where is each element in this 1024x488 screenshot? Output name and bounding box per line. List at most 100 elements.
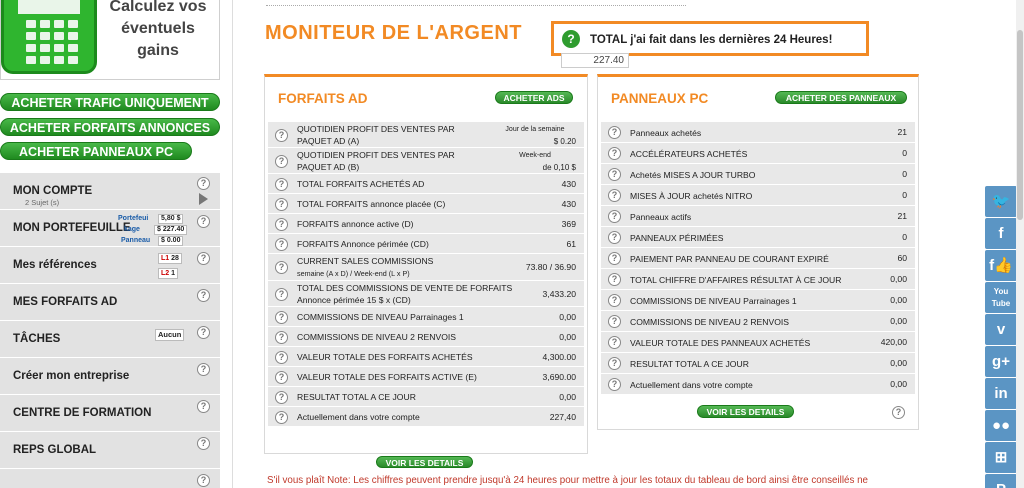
facebook-like-icon[interactable]: f👍 <box>985 250 1017 281</box>
sidebar-item-reps-global[interactable]: REPS GLOBAL ? <box>0 432 220 469</box>
help-icon[interactable]: ? <box>608 294 621 307</box>
help-icon[interactable]: ? <box>275 350 288 364</box>
buy-ads-button[interactable]: ACHETER ADS <box>495 91 573 104</box>
buy-panels-button[interactable]: ACHETER DES PANNEAUX <box>775 91 907 104</box>
help-icon[interactable]: ? <box>275 287 288 301</box>
flickr-icon[interactable]: ●● <box>985 410 1017 441</box>
help-icon[interactable]: ? <box>608 315 621 328</box>
row-value: 420,00 <box>880 337 907 347</box>
twitter-icon[interactable]: 🐦 <box>985 186 1017 217</box>
row-label: TOTAL FORFAITS ACHETÉS AD <box>297 179 425 189</box>
help-icon[interactable]: ? <box>608 231 621 244</box>
help-icon[interactable]: ? <box>608 168 621 181</box>
windows-icon[interactable]: ⊞ <box>985 442 1017 473</box>
row-label: FORFAITS Annonce périmée (CD) <box>297 239 429 249</box>
pinterest-icon[interactable]: P <box>985 474 1017 488</box>
row-label: COMMISSIONS DE NIVEAU 2 RENVOIS <box>630 317 790 327</box>
help-icon[interactable]: ? <box>197 215 210 228</box>
row-sublabel: semaine (A x D) / Week-end (L x P) <box>297 269 410 278</box>
panneaux-pc-title: PANNEAUX PC <box>611 91 709 106</box>
help-icon[interactable]: ? <box>892 406 905 419</box>
help-icon[interactable]: ? <box>275 261 288 274</box>
help-icon[interactable]: ? <box>197 363 210 376</box>
linkedin-icon[interactable]: in <box>985 378 1017 409</box>
help-icon[interactable]: ? <box>608 357 621 370</box>
help-icon[interactable]: ? <box>608 210 621 223</box>
panneaux-row: ? PANNEAUX PÉRIMÉES 0 <box>601 227 915 248</box>
total-24h-value: 227.40 <box>561 53 629 68</box>
sidebar-item-creer-entreprise[interactable]: Créer mon entreprise ? <box>0 358 220 395</box>
row-label: TOTAL CHIFFRE D'AFFAIRES RÉSULTAT À CE J… <box>630 275 842 285</box>
panneaux-row: ? MISES À JOUR achetés NITRO 0 <box>601 185 915 206</box>
panneaux-row: ? RESULTAT TOTAL A CE JOUR 0,00 <box>601 353 915 374</box>
help-icon[interactable]: ? <box>275 390 288 404</box>
help-icon[interactable]: ? <box>197 252 210 265</box>
row-value: 0 <box>902 190 907 200</box>
help-icon[interactable]: ? <box>608 126 621 139</box>
help-icon[interactable]: ? <box>275 177 288 191</box>
row-value: de 0,10 $ <box>542 163 576 172</box>
buy-pc-panels-button[interactable]: ACHETER PANNEAUX PC <box>0 142 192 160</box>
row-value: $ 0.20 <box>553 137 576 146</box>
facebook-icon[interactable]: f <box>985 218 1017 249</box>
sidebar-item-mes-references[interactable]: Mes références L1 28 L2 1 ? <box>0 247 220 284</box>
sidebar-menu: MON COMPTE 2 Sujet (s) ? MON PORTEFEUILL… <box>0 173 220 488</box>
row-label: COMMISSIONS DE NIVEAU Parrainages 1 <box>630 296 797 306</box>
help-icon[interactable]: ? <box>275 197 288 211</box>
earnings-calculator-promo[interactable]: Calculez vos éventuels gains <box>0 0 220 80</box>
help-icon[interactable]: ? <box>275 128 288 142</box>
youtube-icon[interactable]: You Tube <box>985 282 1017 313</box>
divider <box>232 0 233 488</box>
help-icon[interactable]: ? <box>275 310 288 324</box>
sidebar-item-cut-off[interactable]: ? <box>0 469 220 488</box>
help-icon[interactable]: ? <box>197 177 210 190</box>
sidebar-item-mes-forfaits-ad[interactable]: MES FORFAITS AD ? <box>0 284 220 321</box>
forfaits-row: ? QUOTIDIEN PROFIT DES VENTES PAR PAQUET … <box>268 122 584 148</box>
sidebar-item-mon-compte[interactable]: MON COMPTE 2 Sujet (s) ? <box>0 173 220 210</box>
row-label: ACCÉLÉRATEURS ACHETÉS <box>630 149 748 159</box>
forfaits-ad-panel: FORFAITS AD ACHETER ADS ? QUOTIDIEN PROFI… <box>264 74 588 454</box>
help-icon[interactable]: ? <box>275 330 288 344</box>
help-icon[interactable]: ? <box>275 237 288 251</box>
help-icon[interactable]: ? <box>197 474 210 487</box>
help-icon[interactable]: ? <box>197 326 210 339</box>
help-icon[interactable]: ? <box>275 154 288 168</box>
forfaits-row: ? TOTAL FORFAITS ACHETÉS AD 430 <box>268 174 584 194</box>
help-icon[interactable]: ? <box>608 336 621 349</box>
row-label: Panneaux actifs <box>630 212 692 222</box>
help-icon[interactable]: ? <box>608 189 621 202</box>
google-plus-icon[interactable]: g+ <box>985 346 1017 377</box>
help-icon[interactable]: ? <box>197 289 210 302</box>
referrals-l1-badge: L1 28 <box>158 253 182 264</box>
row-value: 0 <box>902 148 907 158</box>
vimeo-icon[interactable]: v <box>985 314 1017 345</box>
forfaits-row: ? COMMISSIONS DE NIVEAU 2 RENVOIS 0,00 <box>268 327 584 347</box>
top-dotted-rule <box>266 0 686 6</box>
help-icon[interactable]: ? <box>197 437 210 450</box>
help-icon[interactable]: ? <box>608 273 621 286</box>
forfaits-view-details-button[interactable]: VOIR LES DETAILS <box>376 456 473 468</box>
row-value: 0,00 <box>559 391 576 402</box>
arrow-right-icon[interactable] <box>199 193 208 205</box>
help-icon[interactable]: ? <box>608 147 621 160</box>
buy-ad-packages-button[interactable]: ACHETER FORFAITS ANNONCES <box>0 118 220 136</box>
panneaux-row: ? Panneaux actifs 21 <box>601 206 915 227</box>
sidebar: Calculez vos éventuels gains ACHETER TRA… <box>0 0 222 488</box>
sidebar-item-centre-formation[interactable]: CENTRE DE FORMATION ? <box>0 395 220 432</box>
help-icon[interactable]: ? <box>562 30 580 48</box>
help-icon[interactable]: ? <box>275 370 288 384</box>
help-icon[interactable]: ? <box>275 217 288 231</box>
panneaux-view-details-button[interactable]: VOIR LES DETAILS <box>697 405 794 418</box>
help-icon[interactable]: ? <box>608 252 621 265</box>
row-value: 0,00 <box>890 379 907 389</box>
sidebar-item-mon-portefeuille[interactable]: MON PORTEFEUILLE Portefeui 5,80 $ kage $… <box>0 210 220 247</box>
scroll-thumb[interactable] <box>1017 30 1023 220</box>
help-icon[interactable]: ? <box>197 400 210 413</box>
buy-traffic-button[interactable]: ACHETER TRAFIC UNIQUEMENT <box>0 93 220 111</box>
row-value: 0,00 <box>890 358 907 368</box>
forfaits-row: ? Actuellement dans votre compte 227,40 <box>268 407 584 427</box>
sidebar-item-taches[interactable]: TÂCHES Aucun ? <box>0 321 220 358</box>
scrollbar[interactable] <box>1016 0 1024 488</box>
help-icon[interactable]: ? <box>275 410 288 424</box>
help-icon[interactable]: ? <box>608 378 621 391</box>
